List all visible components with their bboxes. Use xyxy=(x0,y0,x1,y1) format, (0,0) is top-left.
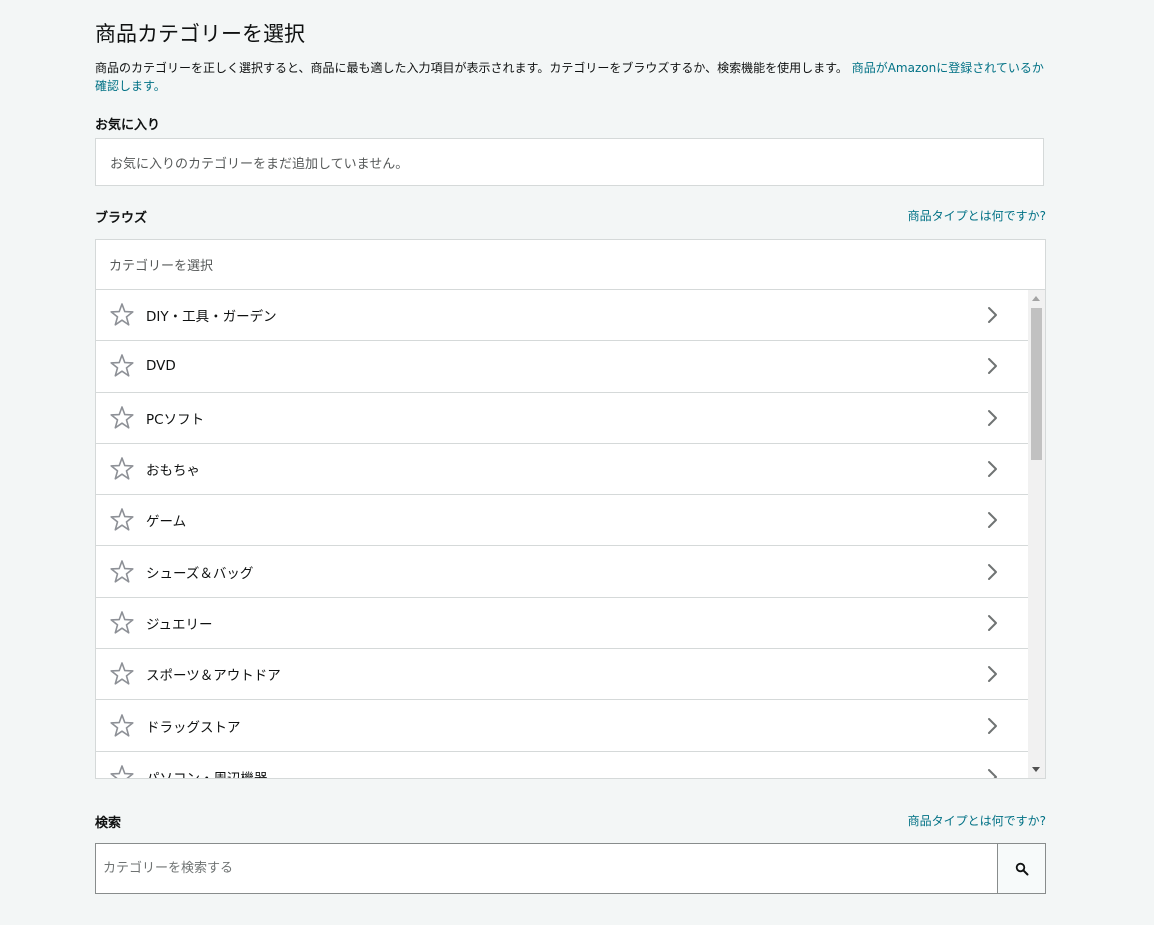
category-row[interactable]: シューズ＆バッグ xyxy=(96,546,1028,598)
scrollbar[interactable] xyxy=(1028,290,1045,778)
favorite-star-icon[interactable] xyxy=(109,353,135,379)
chevron-right-icon[interactable] xyxy=(986,563,998,581)
favorite-star-icon[interactable] xyxy=(109,764,135,778)
intro-text-block: 商品のカテゴリーを正しく選択すると、商品に最も適した入力項目が表示されます。カテ… xyxy=(95,59,1050,95)
favorite-star-icon[interactable] xyxy=(109,661,135,687)
search-label: 検索 xyxy=(95,816,122,831)
category-label: パソコン・周辺機器 xyxy=(146,767,268,778)
browse-header: カテゴリーを選択 xyxy=(96,240,1045,290)
intro-text: 商品のカテゴリーを正しく選択すると、商品に最も適した入力項目が表示されます。カテ… xyxy=(95,61,848,75)
favorites-empty-text: お気に入りのカテゴリーをまだ追加していません。 xyxy=(110,156,409,172)
chevron-right-icon[interactable] xyxy=(986,460,998,478)
search-icon xyxy=(1015,862,1028,875)
browse-label: ブラウズ xyxy=(95,211,148,226)
favorites-box: お気に入りのカテゴリーをまだ追加していません。 xyxy=(95,138,1044,186)
page-title: 商品カテゴリーを選択 xyxy=(95,22,305,46)
search-bar xyxy=(95,843,1046,894)
category-label: シューズ＆バッグ xyxy=(146,565,254,582)
category-label: ドラッグストア xyxy=(146,719,241,736)
category-row[interactable]: DVD xyxy=(96,341,1028,393)
scrollbar-thumb[interactable] xyxy=(1031,308,1042,460)
category-label: スポーツ＆アウトドア xyxy=(146,668,281,685)
category-label: ジュエリー xyxy=(146,616,213,633)
favorite-star-icon[interactable] xyxy=(109,559,135,585)
search-button[interactable] xyxy=(997,843,1046,894)
category-row[interactable]: PCソフト xyxy=(96,393,1028,444)
favorite-star-icon[interactable] xyxy=(109,713,135,739)
category-row[interactable]: DIY・工具・ガーデン xyxy=(96,290,1028,342)
favorite-star-icon[interactable] xyxy=(109,405,135,431)
favorite-star-icon[interactable] xyxy=(109,456,135,482)
favorite-star-icon[interactable] xyxy=(109,610,135,636)
chevron-right-icon[interactable] xyxy=(986,717,998,735)
scroll-up-arrow-icon[interactable] xyxy=(1032,296,1040,301)
scroll-down-arrow-icon[interactable] xyxy=(1032,767,1040,772)
chevron-right-icon[interactable] xyxy=(986,306,998,324)
category-search-input[interactable] xyxy=(95,843,997,894)
chevron-right-icon[interactable] xyxy=(986,357,998,375)
category-row[interactable]: スポーツ＆アウトドア xyxy=(96,649,1028,701)
product-type-help-link[interactable]: 商品タイプとは何ですか? xyxy=(908,207,1046,224)
favorites-label: お気に入り xyxy=(95,118,161,133)
browse-panel: カテゴリーを選択 DIY・工具・ガーデン DVD PCソフトおもちゃゲームシューズ＆… xyxy=(95,239,1046,779)
category-list[interactable]: DIY・工具・ガーデン DVD PCソフトおもちゃゲームシューズ＆バッグ ジュエリース… xyxy=(96,290,1028,778)
favorite-star-icon[interactable] xyxy=(109,302,135,328)
category-row[interactable]: ゲーム xyxy=(96,495,1028,547)
chevron-right-icon[interactable] xyxy=(986,665,998,683)
category-label: ゲーム xyxy=(146,514,187,531)
chevron-right-icon[interactable] xyxy=(986,768,998,778)
favorite-star-icon[interactable] xyxy=(109,507,135,533)
category-row[interactable]: ドラッグストア xyxy=(96,700,1028,752)
category-row[interactable]: パソコン・周辺機器 xyxy=(96,752,1028,778)
category-label: DIY・工具・ガーデン xyxy=(146,309,277,326)
chevron-right-icon[interactable] xyxy=(986,409,998,427)
category-label: PCソフト xyxy=(146,411,205,428)
category-label: おもちゃ xyxy=(146,463,200,480)
search-product-type-help-link[interactable]: 商品タイプとは何ですか? xyxy=(908,812,1046,829)
chevron-right-icon[interactable] xyxy=(986,614,998,632)
category-label: DVD xyxy=(146,358,176,375)
browse-header-label: カテゴリーを選択 xyxy=(109,259,214,274)
category-row[interactable]: おもちゃ xyxy=(96,444,1028,496)
chevron-right-icon[interactable] xyxy=(986,511,998,529)
category-row[interactable]: ジュエリー xyxy=(96,598,1028,650)
